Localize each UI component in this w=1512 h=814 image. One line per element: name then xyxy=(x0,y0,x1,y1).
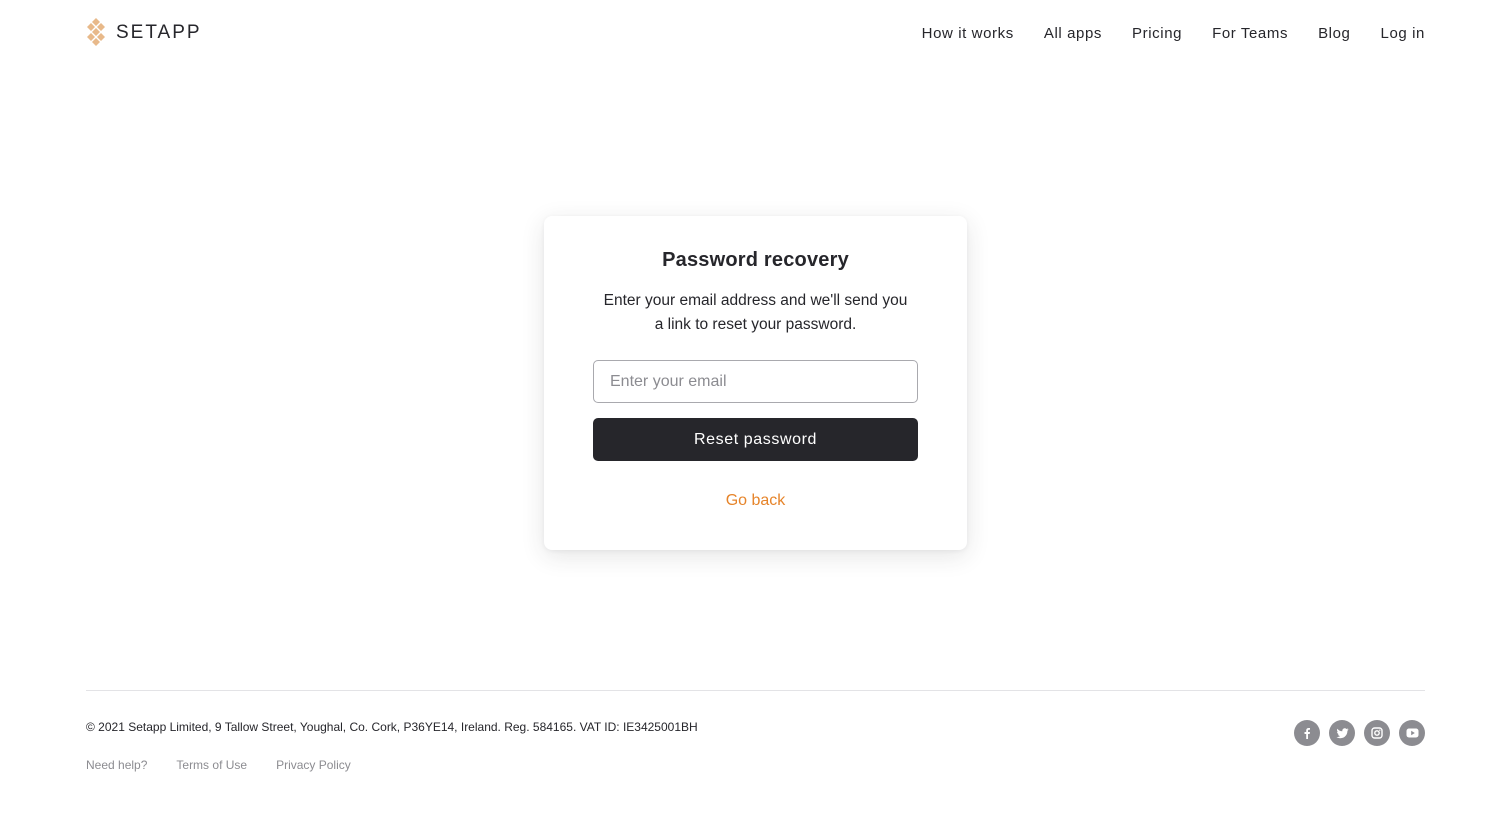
footer-divider xyxy=(86,690,1425,691)
email-input[interactable] xyxy=(593,360,918,403)
nav-blog[interactable]: Blog xyxy=(1318,25,1350,42)
nav-for-teams[interactable]: For Teams xyxy=(1212,25,1288,42)
instagram-link[interactable] xyxy=(1364,720,1390,746)
recovery-instructions: Enter your email address and we'll send … xyxy=(584,289,927,337)
twitter-icon xyxy=(1336,728,1348,739)
footer-link-need-help[interactable]: Need help? xyxy=(86,758,147,772)
instructions-line-1: Enter your email address and we'll send … xyxy=(603,292,908,309)
facebook-link[interactable] xyxy=(1294,720,1320,746)
go-back-link[interactable]: Go back xyxy=(544,492,967,510)
instructions-line-2: a link to reset your password. xyxy=(654,316,857,333)
nav-log-in[interactable]: Log in xyxy=(1381,25,1425,42)
facebook-icon xyxy=(1304,728,1310,739)
main-nav: How it works All apps Pricing For Teams … xyxy=(892,25,1425,42)
page-title: Password recovery xyxy=(662,249,849,271)
social-links xyxy=(1285,720,1425,746)
twitter-link[interactable] xyxy=(1329,720,1355,746)
nav-how-it-works[interactable]: How it works xyxy=(922,25,1014,42)
footer-copyright: © 2021 Setapp Limited, 9 Tallow Street, … xyxy=(86,720,698,734)
nav-all-apps[interactable]: All apps xyxy=(1044,25,1102,42)
reset-password-button[interactable]: Reset password xyxy=(593,418,918,461)
site-header: SETAPP How it works All apps Pricing For… xyxy=(86,14,1425,52)
youtube-icon xyxy=(1406,728,1418,738)
footer-links: Need help? Terms of Use Privacy Policy xyxy=(86,758,380,772)
footer-link-terms[interactable]: Terms of Use xyxy=(176,758,247,772)
setapp-logo-link[interactable]: SETAPP xyxy=(86,17,202,49)
youtube-link[interactable] xyxy=(1399,720,1425,746)
footer-link-privacy[interactable]: Privacy Policy xyxy=(276,758,351,772)
logo-text: SETAPP xyxy=(116,22,202,43)
nav-pricing[interactable]: Pricing xyxy=(1132,25,1182,42)
password-recovery-page: SETAPP How it works All apps Pricing For… xyxy=(0,0,1512,814)
password-recovery-card: Password recovery Enter your email addre… xyxy=(544,216,967,550)
instagram-icon xyxy=(1371,727,1383,739)
setapp-logo-icon xyxy=(87,17,105,46)
